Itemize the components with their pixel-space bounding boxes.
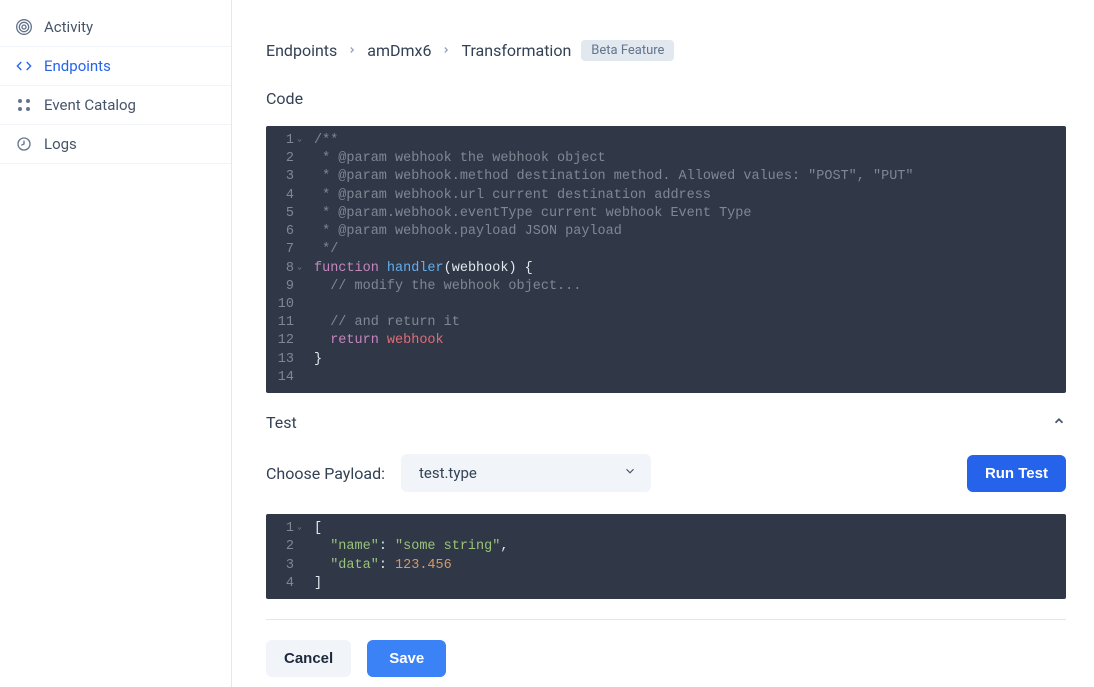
beta-badge: Beta Feature [581,40,674,61]
code-editor[interactable]: 1⌄/** 2 * @param webhook the webhook obj… [266,126,1066,393]
catalog-icon [16,97,32,113]
breadcrumb-amdmx6[interactable]: amDmx6 [367,41,431,60]
test-section-title: Test [266,413,297,432]
code-line: [ [300,520,322,538]
code-line: * @param webhook.payload JSON payload [314,224,622,239]
run-test-button[interactable]: Run Test [967,455,1066,492]
code-line: * @param webhook.url current destination… [314,188,711,203]
sidebar: Activity Endpoints Event Catalog Logs [0,0,232,687]
logs-icon [16,136,32,152]
sidebar-item-activity[interactable]: Activity [0,8,231,47]
footer-actions: Cancel Save [266,619,1066,677]
code-line: /** [314,133,338,148]
cancel-button[interactable]: Cancel [266,640,351,677]
code-line: } [300,351,322,369]
code-line: * @param webhook the webhook object [314,151,606,166]
code-line: "name": "some string", [300,538,508,556]
breadcrumb-endpoints[interactable]: Endpoints [266,41,337,60]
code-line [300,369,322,387]
test-header: Test [266,413,1066,432]
sidebar-item-event-catalog[interactable]: Event Catalog [0,86,231,125]
payload-select[interactable]: test.type [401,454,651,492]
endpoints-icon [16,58,32,74]
code-line: */ [314,242,338,257]
code-line: // and return it [300,314,460,332]
payload-editor[interactable]: 1⌄[ 2 "name": "some string", 3 "data": 1… [266,514,1066,599]
code-line [300,296,322,314]
payload-label: Choose Payload: [266,464,385,483]
chevron-right-icon [347,44,357,58]
test-controls: Choose Payload: test.type Run Test [266,454,1066,492]
chevron-right-icon [441,44,451,58]
activity-icon [16,19,32,35]
sidebar-item-label: Logs [44,135,77,153]
code-line: function handler(webhook) { [300,260,533,278]
code-line: "data": 123.456 [300,557,452,575]
breadcrumb-current: Transformation [461,41,571,60]
sidebar-item-label: Endpoints [44,57,111,75]
chevron-up-icon[interactable] [1052,413,1066,432]
save-button[interactable]: Save [367,640,446,677]
payload-selected-value: test.type [419,464,477,482]
code-section-title: Code [266,89,1094,108]
sidebar-item-label: Event Catalog [44,96,136,114]
breadcrumb: Endpoints amDmx6 Transformation Beta Fea… [266,40,1094,61]
code-line: // modify the webhook object... [300,278,581,296]
sidebar-item-logs[interactable]: Logs [0,125,231,164]
main-content: Endpoints amDmx6 Transformation Beta Fea… [232,0,1094,687]
code-line: * @param.webhook.eventType current webho… [314,206,751,221]
chevron-down-icon [623,464,637,482]
code-line: ] [300,575,322,593]
code-line: return webhook [300,332,444,350]
code-line: * @param webhook.method destination meth… [314,169,914,184]
sidebar-item-endpoints[interactable]: Endpoints [0,47,231,86]
sidebar-item-label: Activity [44,18,93,36]
